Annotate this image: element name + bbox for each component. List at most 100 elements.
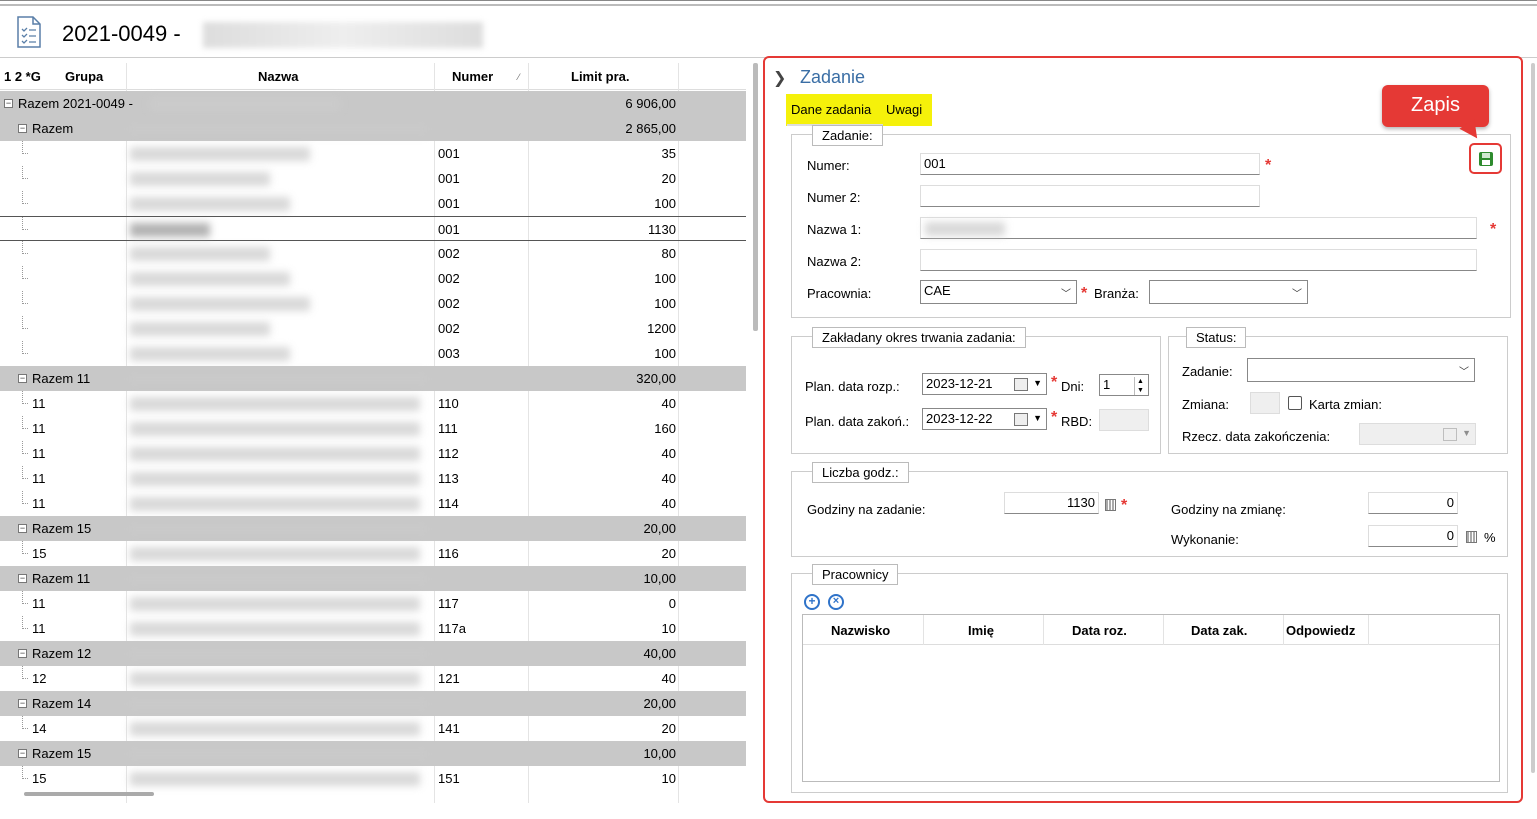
grid-row[interactable]: 11 110 40 xyxy=(0,391,746,416)
grid-group-row[interactable]: − Razem 14 20,00 xyxy=(0,691,746,716)
grid-row[interactable]: 11 112 40 xyxy=(0,441,746,466)
cell-limit: 20 xyxy=(661,171,676,186)
grid-group-row[interactable]: − Razem 12 40,00 xyxy=(0,641,746,666)
dropdown-arrow-icon[interactable]: ▼ xyxy=(1033,413,1042,423)
grid-row[interactable]: 11 117a 10 xyxy=(0,616,746,641)
grid-group-row[interactable]: − Razem 15 10,00 xyxy=(0,741,746,766)
status-zadanie-select[interactable]: ﹀ xyxy=(1247,358,1475,382)
grid-horizontal-scrollbar[interactable] xyxy=(24,792,154,796)
grid-row[interactable]: 003 100 xyxy=(0,341,746,366)
grid-row[interactable]: 002 1200 xyxy=(0,316,746,341)
collapse-icon[interactable]: − xyxy=(18,374,27,383)
grid-row[interactable]: 001 35 xyxy=(0,141,746,166)
godziny-na-zadanie-input[interactable]: 1130 xyxy=(1004,492,1099,514)
godziny-required-mark: * xyxy=(1121,497,1128,514)
calendar-icon xyxy=(1443,428,1457,441)
collapse-icon[interactable]: − xyxy=(4,99,13,108)
grid-row[interactable]: 002 80 xyxy=(0,241,746,266)
tree-connector xyxy=(22,591,28,604)
col-data-zak[interactable]: Data zak. xyxy=(1191,623,1247,638)
spin-arrows-icon[interactable]: ▲ ▼ xyxy=(1134,377,1146,395)
wykonanie-input[interactable]: 0 xyxy=(1368,525,1458,547)
redacted-text xyxy=(128,122,428,136)
grid-row[interactable]: 14 141 20 xyxy=(0,716,746,741)
grid-group-row[interactable]: − Razem 15 20,00 xyxy=(0,516,746,541)
col-imie[interactable]: Imię xyxy=(968,623,994,638)
percent-sign: % xyxy=(1484,530,1496,545)
header-grupa[interactable]: Grupa xyxy=(65,69,103,84)
cell-limit: 10,00 xyxy=(643,746,676,761)
chevron-right-icon[interactable]: ❯ xyxy=(773,68,786,88)
grid-row[interactable]: 002 100 xyxy=(0,291,746,316)
grid-row[interactable]: 12 121 40 xyxy=(0,666,746,691)
save-button[interactable] xyxy=(1469,143,1502,174)
numer2-input[interactable] xyxy=(920,185,1260,207)
branza-select[interactable]: ﹀ xyxy=(1149,280,1308,304)
plan-zak-datepicker[interactable]: 2023-12-22 ▼ xyxy=(922,408,1047,430)
header-nazwa[interactable]: Nazwa xyxy=(258,69,298,84)
grid-group-row[interactable]: − Razem 11 320,00 xyxy=(0,366,746,391)
tree-connector xyxy=(22,141,28,154)
grid-row[interactable]: 11 113 40 xyxy=(0,466,746,491)
calculator-icon[interactable] xyxy=(1466,531,1477,543)
grid-row[interactable]: 11 117 0 xyxy=(0,591,746,616)
cell-grupa: 11 xyxy=(32,396,46,411)
collapse-icon[interactable]: − xyxy=(18,574,27,583)
group-label: Razem 12 xyxy=(32,646,92,661)
grid-row[interactable]: 11 111 160 xyxy=(0,416,746,441)
col-odpowiedz[interactable]: Odpowiedz xyxy=(1286,623,1355,638)
collapse-icon[interactable]: − xyxy=(18,749,27,758)
collapse-icon[interactable]: − xyxy=(18,699,27,708)
pracownia-value: CAE xyxy=(924,283,951,298)
nazwa2-input[interactable] xyxy=(920,249,1477,271)
cell-numer: 112 xyxy=(438,446,459,461)
calendar-icon[interactable] xyxy=(1014,413,1028,426)
task-detail-panel: ❯ Zadanie Dane zadania Uwagi Zadanie: Nu… xyxy=(763,56,1523,803)
grid-row[interactable]: 001 20 xyxy=(0,166,746,191)
task-grid[interactable]: 1 2 *G Grupa Nazwa Numer ⁄ Limit pra. − R… xyxy=(0,63,760,803)
zadanie-section: Zadanie: Numer: 001 * Numer 2: Nazwa 1: … xyxy=(791,125,1511,318)
nazwa1-input[interactable] xyxy=(920,217,1477,239)
branza-label: Branża: xyxy=(1094,286,1139,301)
grid-group-row[interactable]: − Razem 11 10,00 xyxy=(0,566,746,591)
col-data-roz[interactable]: Data roz. xyxy=(1072,623,1127,638)
dropdown-arrow-icon[interactable]: ▼ xyxy=(1033,378,1042,388)
calculator-icon[interactable] xyxy=(1105,499,1116,511)
cell-numer: 114 xyxy=(438,496,459,511)
pracownicy-table[interactable]: Nazwisko Imię Data roz. Data zak. Odpowi… xyxy=(802,614,1500,782)
tab-uwagi[interactable]: Uwagi xyxy=(886,102,922,117)
remove-circle-icon[interactable]: × xyxy=(828,594,844,610)
header-numer[interactable]: Numer xyxy=(452,69,493,84)
dni-stepper[interactable]: 1 ▲ ▼ xyxy=(1099,374,1149,396)
sort-icon[interactable]: ⁄ xyxy=(518,72,520,82)
grid-group-row[interactable]: − Razem 2 865,00 xyxy=(0,116,746,141)
grid-row[interactable]: 11 114 40 xyxy=(0,491,746,516)
godziny-na-zmiane-input[interactable]: 0 xyxy=(1368,492,1458,514)
karta-zmian-checkbox[interactable] xyxy=(1288,396,1302,410)
group-label: Razem xyxy=(32,121,74,136)
collapse-icon[interactable]: − xyxy=(18,124,27,133)
collapse-icon[interactable]: − xyxy=(18,649,27,658)
col-nazwisko[interactable]: Nazwisko xyxy=(831,623,890,638)
grid-row[interactable]: 15 151 10 xyxy=(0,766,746,791)
add-circle-icon[interactable]: + xyxy=(804,594,820,610)
grid-vertical-scrollbar[interactable] xyxy=(753,63,758,331)
calendar-icon[interactable] xyxy=(1014,378,1028,391)
plan-rozp-datepicker[interactable]: 2023-12-21 ▼ xyxy=(922,373,1047,395)
numer-input[interactable]: 001 xyxy=(920,153,1260,175)
grid-row[interactable]: 15 116 20 xyxy=(0,541,746,566)
cell-limit: 10 xyxy=(661,621,676,636)
header-levels[interactable]: 1 2 *G xyxy=(4,69,41,84)
grid-row[interactable]: 001 1130 xyxy=(0,216,746,241)
redacted-text xyxy=(130,672,420,686)
tab-dane-zadania[interactable]: Dane zadania xyxy=(791,102,871,117)
grid-group-row[interactable]: − Razem 2021-0049 - 6 906,00 xyxy=(0,91,746,116)
pracownia-select[interactable]: CAE ﹀ xyxy=(920,280,1077,304)
redacted-text xyxy=(130,497,420,511)
grid-row[interactable]: 002 100 xyxy=(0,266,746,291)
panel-vertical-scrollbar[interactable] xyxy=(1531,63,1535,773)
grid-row[interactable]: 001 100 xyxy=(0,191,746,216)
collapse-icon[interactable]: − xyxy=(18,524,27,533)
header-limit[interactable]: Limit pra. xyxy=(571,69,630,84)
redacted-text xyxy=(130,422,420,436)
